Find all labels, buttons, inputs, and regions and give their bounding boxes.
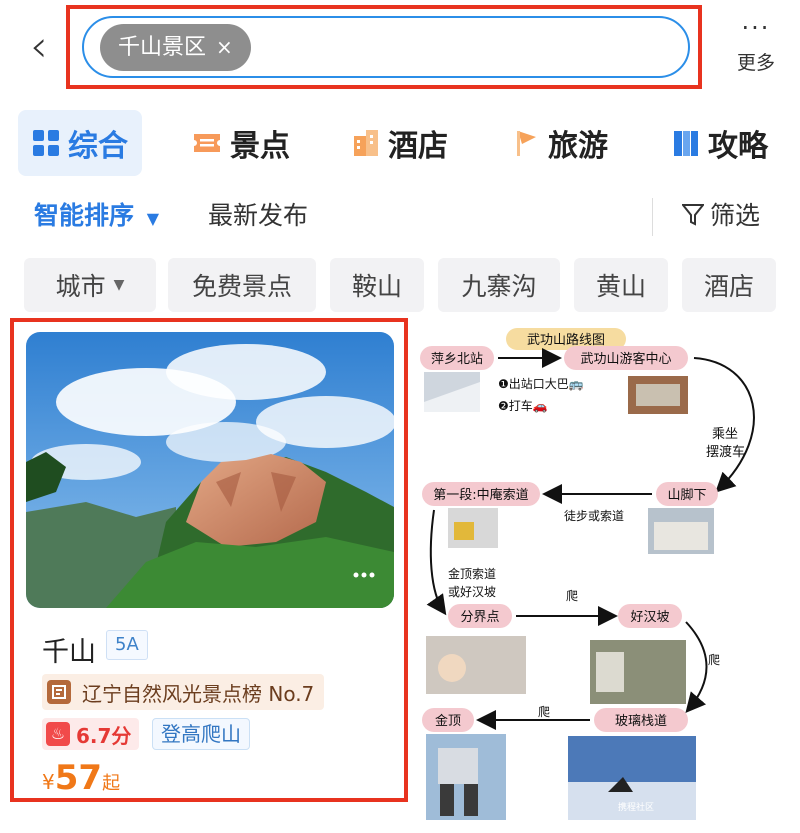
chevron-left-icon[interactable]: ‹ [30, 22, 70, 72]
search-chip[interactable]: 千山景区 × [100, 24, 251, 71]
filter-label: 筛选 [710, 201, 761, 230]
chip-city[interactable]: 城市 ▼ [24, 258, 156, 312]
category-tabs: 综合 景点 酒店 旅游 攻略 [0, 110, 800, 178]
map-visitor-center: 武功山游客中心 [580, 351, 671, 367]
map-ferry-2: 摆渡车 [706, 444, 745, 460]
tab-label: 攻略 [708, 129, 768, 164]
ellipsis-icon: ··· [741, 14, 771, 42]
attraction-name: 千山 [42, 637, 96, 668]
map-climb-1: 爬 [566, 589, 578, 603]
map-foot: 山脚下 [667, 487, 706, 503]
chip-label: 九寨沟 [461, 272, 537, 301]
attraction-card[interactable]: 千山 5A 辽宁自然风光景点榜 No.7 ♨ 6.7分 登高爬山 ¥57起 [26, 332, 394, 798]
chip-label: 鞍山 [351, 272, 402, 301]
ticket-icon [194, 134, 220, 152]
caret-down-icon: ▼ [146, 209, 160, 228]
top-bar: ‹ 千山景区 × ··· 更多 [0, 0, 800, 95]
map-fenjie: 分界点 [460, 610, 499, 625]
route-map-card[interactable]: 武功山路线图 萍乡北站 武功山游客中心 ❶出站口大巴🚌 ❷打车🚗 乘坐 摆渡车 … [418, 322, 800, 829]
more-button[interactable]: ··· 更多 [728, 14, 784, 75]
map-watermark: 携程社区 [618, 801, 654, 813]
close-icon[interactable]: × [216, 35, 233, 59]
chip-label: 城市 [55, 272, 106, 301]
price-value: 57 [54, 758, 103, 798]
funnel-icon [680, 204, 706, 226]
price: ¥57起 [42, 758, 120, 798]
chip-label: 免费景点 [191, 272, 292, 301]
map-glass-path: 玻璃栈道 [615, 714, 667, 729]
map-station: 萍乡北站 [431, 352, 483, 367]
map-jinding-cable-1: 金顶索道 [448, 566, 496, 581]
chip-free-attractions[interactable]: 免费景点 [168, 258, 316, 312]
tab-guides[interactable]: 攻略 [672, 110, 768, 176]
activity-tag: 登高爬山 [152, 718, 250, 750]
ranking-label: 辽宁自然风光景点榜 No.7 [82, 681, 315, 706]
map-jinding-cable-2: 或好汉坡 [448, 585, 496, 599]
map-climb-3: 爬 [538, 705, 550, 719]
chip-anshan[interactable]: 鞍山 [330, 258, 424, 312]
more-label: 更多 [736, 52, 775, 74]
tab-attractions[interactable]: 景点 [192, 110, 290, 176]
flame-icon: ♨ [46, 722, 70, 746]
map-segment-one: 第一段:中庵索道 [433, 487, 528, 503]
grid-icon [33, 130, 59, 156]
flag-icon [517, 131, 536, 156]
grade-badge: 5A [106, 630, 148, 660]
ranking-badge[interactable]: 辽宁自然风光景点榜 No.7 [42, 674, 325, 710]
building-icon [354, 130, 378, 156]
tab-label: 综合 [68, 129, 128, 164]
tab-comprehensive[interactable]: 综合 [18, 110, 142, 176]
chip-jiuzhaigou[interactable]: 九寨沟 [438, 258, 560, 312]
map-haohanpo: 好汉坡 [630, 610, 669, 625]
filter-button[interactable]: 筛选 [680, 196, 761, 232]
tab-label: 景点 [230, 129, 290, 164]
divider [652, 198, 653, 236]
chip-huangshan[interactable]: 黄山 [574, 258, 668, 312]
sort-row: 智能排序 ▼ 最新发布 筛选 [0, 190, 800, 240]
chip-label: 黄山 [595, 272, 646, 301]
score-badge: ♨ 6.7分 [42, 718, 140, 750]
attraction-photo[interactable] [26, 332, 394, 608]
ranking-icon [47, 680, 71, 704]
map-option-bus: ❶出站口大巴🚌 [498, 377, 584, 391]
chip-hotel[interactable]: 酒店 [682, 258, 776, 312]
book-icon [674, 131, 698, 156]
currency-symbol: ¥ [42, 770, 55, 794]
price-suffix: 起 [102, 773, 121, 794]
tab-hotels[interactable]: 酒店 [352, 110, 448, 176]
smart-sort-label: 智能排序 [34, 201, 135, 230]
filter-chip-row: 城市 ▼ 免费景点 鞍山 九寨沟 黄山 酒店 [0, 258, 800, 314]
tab-travel[interactable]: 旅游 [512, 110, 608, 176]
search-input[interactable]: 千山景区 × [82, 16, 690, 78]
route-map-image: 武功山路线图 萍乡北站 武功山游客中心 ❶出站口大巴🚌 ❷打车🚗 乘坐 摆渡车 … [418, 322, 800, 829]
latest-sort-button[interactable]: 最新发布 [208, 196, 308, 232]
score-label: 6.7分 [76, 723, 132, 748]
map-jinding: 金顶 [435, 713, 461, 729]
search-chip-label: 千山景区 [118, 35, 207, 60]
chip-label: 酒店 [703, 272, 754, 301]
map-option-taxi: ❷打车🚗 [498, 398, 548, 413]
smart-sort-dropdown[interactable]: 智能排序 ▼ [34, 196, 159, 232]
mountain-image [26, 332, 394, 608]
tab-label: 旅游 [548, 129, 608, 164]
map-title: 武功山路线图 [527, 332, 605, 348]
latest-sort-label: 最新发布 [208, 201, 309, 230]
caret-down-icon: ▼ [113, 277, 125, 293]
map-ferry-1: 乘坐 [712, 427, 738, 442]
map-climb-2: 爬 [708, 653, 720, 667]
map-walk-or-cable: 徒步或索道 [564, 509, 624, 523]
tab-label: 酒店 [388, 129, 448, 164]
